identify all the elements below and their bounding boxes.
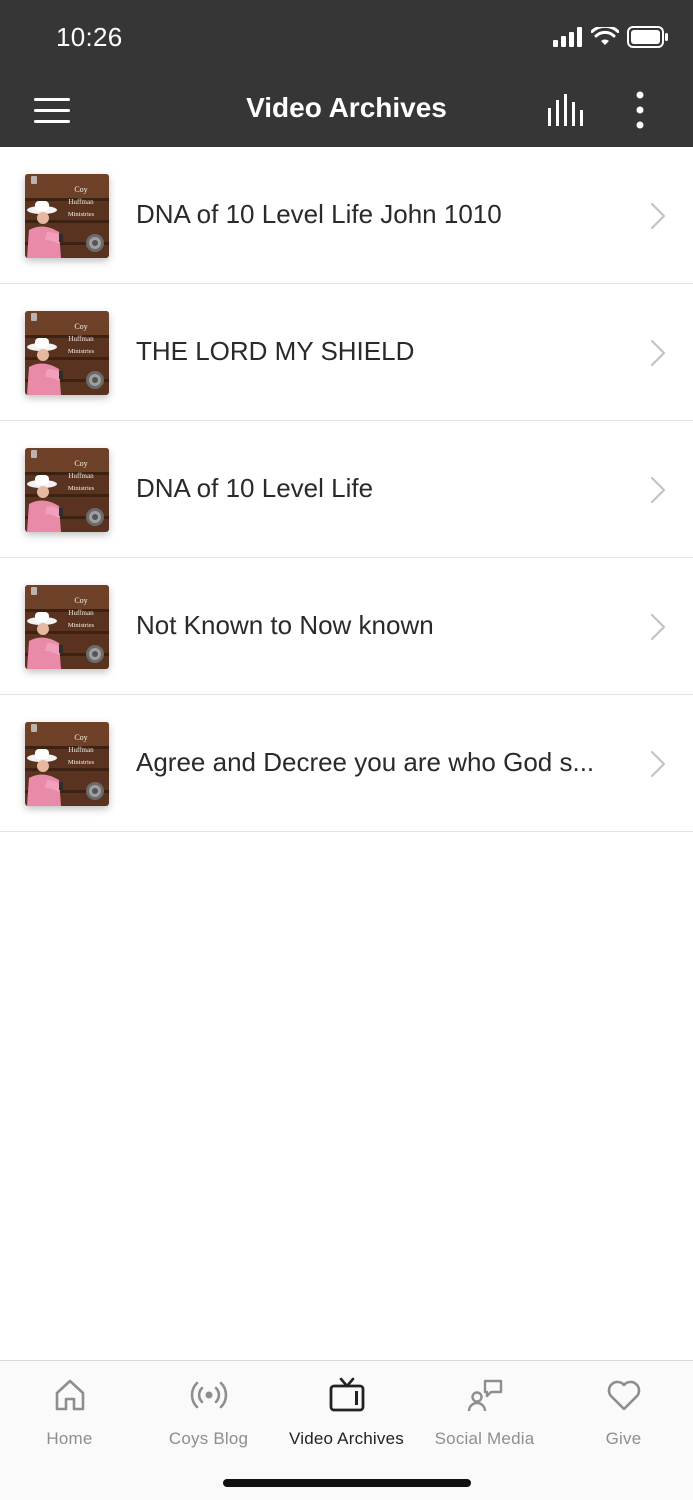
video-title: Agree and Decree you are who God s... [136, 747, 595, 777]
svg-text:Coy: Coy [74, 596, 87, 605]
heart-icon [607, 1380, 640, 1411]
svg-text:Coy: Coy [74, 733, 87, 742]
svg-text:Huffman: Huffman [68, 472, 94, 480]
svg-text:Coy: Coy [74, 459, 87, 468]
video-list-item[interactable]: Coy Huffman Ministries Agree and Decree … [0, 695, 693, 832]
tab-social-media-label: Social Media [434, 1429, 535, 1448]
more-vertical-icon [636, 91, 644, 129]
tab-give[interactable]: Give [554, 1375, 693, 1455]
svg-text:Ministries: Ministries [68, 759, 95, 766]
chevron-right-icon [650, 339, 666, 367]
home-indicator [223, 1479, 471, 1487]
svg-text:Huffman: Huffman [68, 609, 94, 617]
tab-home-label: Home [46, 1429, 93, 1448]
video-title: Not Known to Now known [136, 610, 434, 640]
svg-text:Coy: Coy [74, 322, 87, 331]
svg-text:Coy: Coy [74, 185, 87, 194]
svg-text:Ministries: Ministries [68, 348, 95, 355]
tab-coys-blog-label: Coys Blog [168, 1429, 249, 1448]
video-thumbnail: Coy Huffman Ministries [25, 585, 109, 669]
bottom-navigation: Home Coys Blog Video Archives Social Med… [0, 1360, 693, 1500]
more-options-button[interactable] [622, 88, 658, 132]
social-icon [467, 1379, 502, 1412]
status-icons [553, 26, 669, 48]
video-list-item[interactable]: Coy Huffman Ministries THE LORD MY SHIEL… [0, 284, 693, 421]
tab-video-archives-label: Video Archives [289, 1429, 404, 1448]
tab-give-label: Give [605, 1429, 642, 1448]
video-list-item[interactable]: Coy Huffman Ministries DNA of 10 Level L… [0, 421, 693, 558]
equalizer-icon [548, 94, 583, 126]
tab-home[interactable]: Home [0, 1375, 139, 1455]
svg-text:Huffman: Huffman [68, 746, 94, 754]
video-title: DNA of 10 Level Life [136, 473, 374, 503]
svg-text:Ministries: Ministries [68, 485, 95, 492]
video-list-item[interactable]: Coy Huffman Ministries DNA of 10 Level L… [0, 147, 693, 284]
tab-video-archives[interactable]: Video Archives [277, 1375, 416, 1455]
broadcast-icon [190, 1381, 227, 1409]
video-list: Coy Huffman Ministries DNA of 10 Level L… [0, 147, 693, 832]
battery-icon [627, 26, 668, 48]
video-list-item[interactable]: Coy Huffman Ministries Not Known to Now … [0, 558, 693, 695]
chevron-right-icon [650, 476, 666, 504]
status-time: 10:26 [56, 22, 123, 52]
chevron-right-icon [650, 613, 666, 641]
video-thumbnail: Coy Huffman Ministries [25, 722, 109, 806]
svg-text:Huffman: Huffman [68, 335, 94, 343]
video-thumbnail: Coy Huffman Ministries [25, 448, 109, 532]
home-icon [55, 1379, 84, 1411]
wifi-icon [591, 27, 619, 45]
tv-icon [329, 1377, 364, 1412]
video-title: THE LORD MY SHIELD [136, 336, 415, 366]
app-bar: Video Archives [0, 74, 693, 147]
chevron-right-icon [650, 202, 666, 230]
signal-icon [553, 27, 582, 47]
svg-text:Ministries: Ministries [68, 622, 95, 629]
chevron-right-icon [650, 750, 666, 778]
svg-text:Huffman: Huffman [68, 198, 94, 206]
svg-text:Ministries: Ministries [68, 211, 95, 218]
tab-coys-blog[interactable]: Coys Blog [139, 1375, 278, 1455]
video-title: DNA of 10 Level Life John 1010 [136, 199, 502, 229]
video-thumbnail: Coy Huffman Ministries [25, 311, 109, 395]
tab-social-media[interactable]: Social Media [415, 1375, 554, 1455]
video-thumbnail: Coy Huffman Ministries [25, 174, 109, 258]
top-bar: 10:26 Video Archives [0, 0, 693, 147]
equalizer-button[interactable] [540, 90, 592, 130]
